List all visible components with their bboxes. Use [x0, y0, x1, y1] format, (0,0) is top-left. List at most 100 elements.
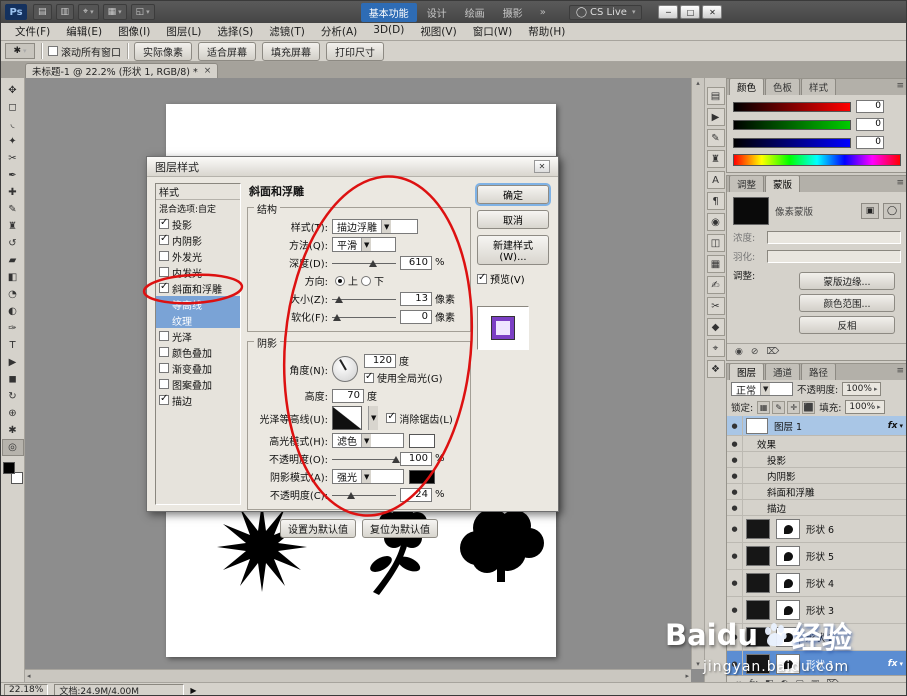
clone-source-panel-icon[interactable]: ♜: [707, 150, 725, 168]
notes-panel-icon[interactable]: ✍: [707, 276, 725, 294]
visibility-eye-icon[interactable]: ●: [727, 597, 743, 623]
options-button[interactable]: 填充屏幕: [262, 42, 320, 61]
checkbox[interactable]: [159, 235, 169, 245]
cs-live-button[interactable]: ◯ CS Live ▾: [569, 5, 643, 20]
panel-tab[interactable]: 蒙版: [765, 175, 800, 192]
eyedropper-tool[interactable]: ✒: [2, 167, 24, 184]
lock-position-icon[interactable]: ✛: [787, 401, 800, 414]
scroll-right-icon[interactable]: ▸: [685, 672, 689, 680]
bevel-style-dropdown[interactable]: 描边浮雕▼: [332, 219, 418, 234]
hand-tool[interactable]: ✱: [2, 422, 24, 439]
mask-delete-icon[interactable]: ⌦: [766, 347, 779, 357]
style-list-item[interactable]: 投影: [156, 216, 240, 232]
mini-bridge-icon[interactable]: ▥: [56, 4, 75, 20]
fill-input[interactable]: 100%▸: [845, 400, 884, 414]
lock-pixels-icon[interactable]: ✎: [772, 401, 785, 414]
menu-item[interactable]: 分析(A): [313, 24, 365, 39]
panel-tab[interactable]: 通道: [765, 363, 800, 380]
style-list-item[interactable]: 图案叠加: [156, 376, 240, 392]
ok-button[interactable]: 确定: [477, 185, 549, 204]
histogram-panel-icon[interactable]: ▦: [707, 255, 725, 273]
style-list-item[interactable]: 描边: [156, 392, 240, 408]
3d-panel-icon[interactable]: ❖: [707, 360, 725, 378]
lasso-tool[interactable]: ◟: [2, 116, 24, 133]
screen-mode-icon[interactable]: ◱▾: [131, 4, 155, 20]
menu-item[interactable]: 文件(F): [7, 24, 58, 39]
chevron-down-icon[interactable]: ▼: [368, 406, 378, 430]
shadow-opacity-input[interactable]: 24: [400, 488, 432, 502]
size-input[interactable]: 13: [400, 292, 432, 306]
add-pixel-mask-icon[interactable]: ▣: [861, 203, 879, 219]
workspace-overflow-icon[interactable]: »: [537, 7, 549, 18]
menu-item[interactable]: 编辑(E): [58, 24, 110, 39]
preview-checkbox[interactable]: [477, 274, 487, 284]
healing-brush-tool[interactable]: ✚: [2, 184, 24, 201]
3d-orbit-tool[interactable]: ⊕: [2, 405, 24, 422]
checkbox[interactable]: [159, 331, 169, 341]
shadow-mode-dropdown[interactable]: 强光▼: [332, 469, 404, 484]
highlight-color-swatch[interactable]: [409, 434, 435, 448]
visibility-eye-icon[interactable]: ●: [727, 416, 743, 435]
workspace-button[interactable]: 绘画: [457, 3, 493, 22]
highlight-opacity-slider[interactable]: [332, 452, 396, 466]
menu-item[interactable]: 选择(S): [209, 24, 261, 39]
checkbox[interactable]: [159, 283, 169, 293]
layer-row[interactable]: ●形状 5: [727, 543, 907, 570]
channel-slider[interactable]: [733, 138, 851, 148]
depth-input[interactable]: 610: [400, 256, 432, 270]
layer-row[interactable]: ●形状 1fx▾: [727, 651, 907, 675]
style-list-item[interactable]: 等高线: [156, 296, 240, 312]
add-vector-mask-icon[interactable]: ◯: [883, 203, 901, 219]
styles-list-header[interactable]: 样式: [156, 184, 240, 200]
bridge-icon[interactable]: ▤: [33, 4, 52, 20]
workspace-button[interactable]: 设计: [419, 3, 455, 22]
masks-panel-button[interactable]: 颜色范围...: [799, 294, 895, 312]
layer-row[interactable]: ●斜面和浮雕: [727, 484, 907, 500]
panel-menu-icon[interactable]: ≡: [896, 366, 904, 376]
status-options-icon[interactable]: ▶: [190, 686, 196, 695]
angle-dial[interactable]: [332, 356, 358, 382]
blend-mode-dropdown[interactable]: 正常▼: [731, 382, 793, 396]
history-brush-tool[interactable]: ↺: [2, 235, 24, 252]
opacity-input[interactable]: 100%▸: [842, 382, 881, 396]
layer-row[interactable]: ●效果: [727, 436, 907, 452]
panel-tab[interactable]: 样式: [801, 78, 836, 95]
global-light-checkbox[interactable]: [364, 373, 374, 383]
layer-row[interactable]: ●形状 3: [727, 597, 907, 624]
checkbox[interactable]: [159, 395, 169, 405]
document-tab[interactable]: 未标题-1 @ 22.2% (形状 1, RGB/8) * ×: [25, 63, 218, 78]
menu-item[interactable]: 图层(L): [158, 24, 209, 39]
gloss-contour-thumbnail[interactable]: [332, 406, 362, 430]
layer-comps-panel-icon[interactable]: ◆: [707, 318, 725, 336]
style-list-item[interactable]: 内阴影: [156, 232, 240, 248]
blending-options-item[interactable]: 混合选项:自定: [156, 200, 240, 216]
cancel-button[interactable]: 取消: [477, 210, 549, 229]
panel-menu-icon[interactable]: ≡: [896, 178, 904, 188]
type-tool[interactable]: T: [2, 337, 24, 354]
visibility-eye-icon[interactable]: ●: [727, 624, 743, 650]
layer-row[interactable]: ●形状 4: [727, 570, 907, 597]
checkbox[interactable]: [159, 347, 169, 357]
highlight-mode-dropdown[interactable]: 滤色▼: [332, 433, 404, 448]
dialog-title-bar[interactable]: 图层样式 ✕: [147, 157, 558, 177]
options-button[interactable]: 适合屏幕: [198, 42, 256, 61]
visibility-eye-icon[interactable]: ●: [727, 436, 743, 451]
checkbox[interactable]: [159, 251, 169, 261]
feather-slider[interactable]: [767, 250, 901, 263]
masks-panel-button[interactable]: 蒙版边缘...: [799, 272, 895, 290]
visibility-eye-icon[interactable]: ●: [727, 500, 743, 515]
layer-row[interactable]: ●描边: [727, 500, 907, 516]
foreground-color-swatch[interactable]: [3, 462, 15, 474]
layer-row[interactable]: ●内阴影: [727, 468, 907, 484]
direction-down-radio[interactable]: [361, 276, 371, 286]
style-list-item[interactable]: 斜面和浮雕: [156, 280, 240, 296]
navigator-panel-icon[interactable]: ◫: [707, 234, 725, 252]
zoom-tool[interactable]: ◎: [2, 439, 24, 456]
visibility-eye-icon[interactable]: ●: [727, 651, 743, 675]
expand-arrow-icon[interactable]: ▾: [899, 422, 907, 430]
new-style-button[interactable]: 新建样式(W)...: [477, 235, 549, 265]
blur-tool[interactable]: ◔: [2, 286, 24, 303]
scroll-down-icon[interactable]: ▾: [696, 660, 700, 668]
brush-tool[interactable]: ✎: [2, 201, 24, 218]
menu-item[interactable]: 滤镜(T): [261, 24, 313, 39]
